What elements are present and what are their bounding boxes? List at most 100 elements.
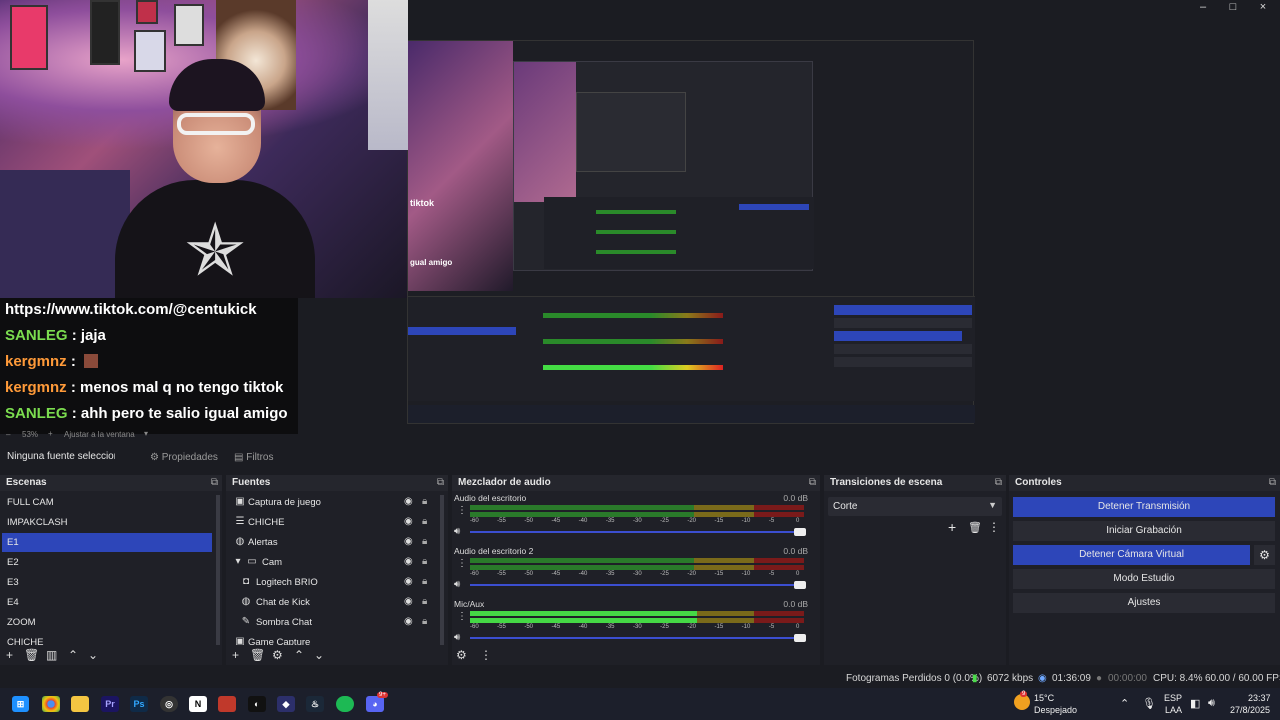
- weather-temp[interactable]: 15°C: [1034, 693, 1054, 703]
- volume-icon[interactable]: 🔊︎: [1208, 697, 1215, 710]
- move-down-icon[interactable]: ⌄: [88, 648, 98, 662]
- obs-icon[interactable]: ◎: [160, 696, 178, 712]
- scrollbar[interactable]: [216, 495, 220, 645]
- menu-dots-icon[interactable]: ⋮: [457, 611, 467, 622]
- add-icon[interactable]: +: [6, 648, 13, 662]
- stop-stream-button[interactable]: Detener Transmisión: [1013, 497, 1275, 517]
- trash-icon[interactable]: 🗑: [24, 648, 39, 662]
- undock-icon[interactable]: ⧉: [809, 475, 816, 491]
- zoom-in-button[interactable]: +: [48, 429, 53, 438]
- trash-icon[interactable]: 🗑: [968, 521, 982, 534]
- virtual-camera-settings-gear-icon[interactable]: ⚙: [1254, 545, 1275, 565]
- volume-slider[interactable]: [470, 581, 806, 589]
- move-up-icon[interactable]: ⌃: [294, 648, 304, 662]
- undock-icon[interactable]: ⧉: [211, 475, 218, 491]
- windows-start-icon[interactable]: ⊞: [12, 696, 29, 712]
- transition-select[interactable]: Corte ▼: [828, 497, 1002, 516]
- clock-date[interactable]: 27/8/2025: [1230, 705, 1270, 715]
- speaker-icon[interactable]: 🔊︎: [454, 632, 460, 643]
- notion-icon[interactable]: N: [189, 696, 207, 712]
- scene-item[interactable]: FULL CAM: [2, 493, 212, 512]
- settings-button[interactable]: Ajustes: [1013, 593, 1275, 613]
- chevron-up-icon[interactable]: ⌃: [1120, 697, 1129, 710]
- studio-mode-button[interactable]: Modo Estudio: [1013, 569, 1275, 589]
- chevron-down-icon[interactable]: ▾: [144, 429, 148, 438]
- chrome-icon[interactable]: [42, 696, 60, 712]
- menu-dots-icon[interactable]: ⋮: [457, 505, 467, 516]
- lock-icon[interactable]: 🔒︎: [422, 576, 427, 587]
- microphone-icon[interactable]: 🎙︎: [1142, 697, 1156, 710]
- spotify-icon[interactable]: [336, 696, 354, 712]
- move-up-icon[interactable]: ⌃: [68, 648, 78, 662]
- app-icon[interactable]: ◆: [277, 696, 295, 712]
- filters-button[interactable]: ▤ Filtros: [230, 449, 280, 467]
- undock-icon[interactable]: ⧉: [437, 475, 444, 491]
- eye-icon[interactable]: ◉: [404, 556, 413, 567]
- scene-item[interactable]: E3: [2, 573, 212, 592]
- lock-icon[interactable]: 🔒︎: [422, 596, 427, 607]
- meter-level: [470, 611, 698, 616]
- move-down-icon[interactable]: ⌄: [314, 648, 324, 662]
- undock-icon[interactable]: ⧉: [995, 475, 1002, 491]
- scene-item-selected[interactable]: E1: [2, 533, 212, 552]
- slider-knob[interactable]: [794, 634, 806, 642]
- zoom-out-button[interactable]: –: [6, 430, 10, 439]
- zoom-fit-button[interactable]: Ajustar a la ventana: [64, 430, 135, 439]
- properties-button[interactable]: ⚙ Propiedades: [146, 449, 218, 467]
- menu-dots-icon[interactable]: ⋮: [988, 520, 1000, 534]
- scene-item[interactable]: ZOOM: [2, 613, 212, 632]
- slider-knob[interactable]: [794, 528, 806, 536]
- premiere-icon[interactable]: Pr: [101, 696, 119, 712]
- discord-icon[interactable]: ◕: [366, 696, 384, 712]
- minimize-button[interactable]: –: [1188, 0, 1218, 14]
- scene-item[interactable]: E2: [2, 553, 212, 572]
- add-icon[interactable]: +: [232, 648, 239, 662]
- eye-icon[interactable]: ◉: [404, 616, 413, 627]
- eye-icon[interactable]: ◉: [404, 536, 413, 547]
- menu-dots-icon[interactable]: ⋮: [457, 558, 467, 569]
- filter-icon[interactable]: ▥: [46, 648, 57, 662]
- lock-icon[interactable]: 🔒︎: [422, 536, 427, 547]
- clock-time[interactable]: 23:37: [1248, 693, 1271, 703]
- gear-icon[interactable]: ⚙: [272, 648, 283, 662]
- steam-icon[interactable]: ♨: [306, 696, 324, 712]
- eye-icon[interactable]: ◉: [404, 576, 413, 587]
- lock-icon[interactable]: 🔒︎: [422, 556, 427, 567]
- start-recording-button[interactable]: Iniciar Grabación: [1013, 521, 1275, 541]
- language-top[interactable]: ESP: [1164, 693, 1182, 703]
- capcut-icon[interactable]: ◐: [248, 696, 266, 712]
- lock-icon[interactable]: 🔒︎: [422, 616, 427, 627]
- volume-slider[interactable]: [470, 634, 806, 642]
- undock-icon[interactable]: ⧉: [1269, 475, 1276, 491]
- stop-virtual-camera-button[interactable]: Detener Cámara Virtual: [1013, 545, 1250, 565]
- language-bottom[interactable]: LAA: [1165, 705, 1182, 715]
- audio-settings-icon[interactable]: ⚙: [456, 648, 467, 662]
- file-explorer-icon[interactable]: [71, 696, 89, 712]
- close-button[interactable]: ×: [1248, 0, 1278, 14]
- app-icon[interactable]: [218, 696, 236, 712]
- scene-item[interactable]: CHICHE: [2, 633, 212, 645]
- volume-slider[interactable]: [470, 528, 806, 536]
- eye-icon[interactable]: ◉: [404, 596, 413, 607]
- scrollbar[interactable]: [440, 495, 444, 645]
- lock-icon[interactable]: 🔒︎: [422, 496, 427, 507]
- eye-icon[interactable]: ◉: [404, 516, 413, 527]
- chevron-down-icon[interactable]: ▾: [232, 556, 244, 567]
- menu-dots-icon[interactable]: ⋮: [480, 648, 492, 662]
- scene-item[interactable]: IMPAKCLASH: [2, 513, 212, 532]
- photoshop-icon[interactable]: Ps: [130, 696, 148, 712]
- meter-tick-label: -45: [551, 624, 561, 630]
- add-icon[interactable]: +: [948, 519, 956, 535]
- maximize-button[interactable]: □: [1218, 0, 1248, 14]
- network-icon[interactable]: ◧: [1190, 697, 1200, 710]
- speaker-icon[interactable]: 🔊︎: [454, 579, 460, 590]
- lock-icon[interactable]: 🔒︎: [422, 516, 427, 527]
- scene-item[interactable]: E4: [2, 593, 212, 612]
- speaker-icon[interactable]: 🔊︎: [454, 526, 460, 537]
- mixer-header: Mezclador de audio ⧉: [452, 475, 820, 491]
- trash-icon[interactable]: 🗑: [250, 648, 265, 662]
- obs-preview[interactable]: tiktok gual amigo: [407, 0, 1280, 434]
- eye-icon[interactable]: ◉: [404, 496, 413, 507]
- slider-knob[interactable]: [794, 581, 806, 589]
- weather-desc[interactable]: Despejado: [1034, 705, 1077, 715]
